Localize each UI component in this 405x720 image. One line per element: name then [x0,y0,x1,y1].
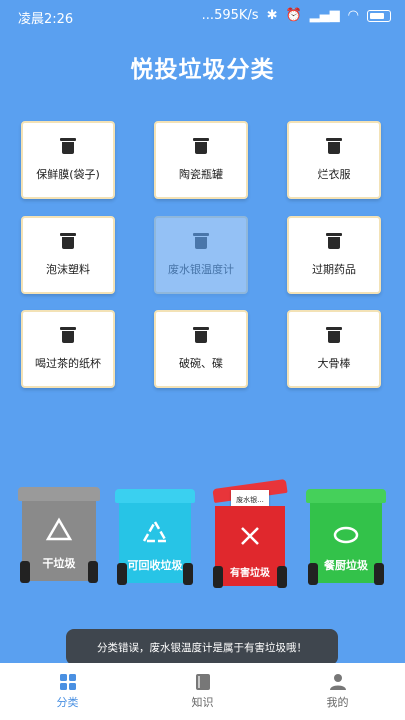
bin-dry[interactable]: 干垃圾 [18,487,100,587]
battery-icon [367,9,391,22]
trash-icon [60,233,76,249]
item-label: 保鲜膜(袋子) [36,168,100,181]
tab-label: 我的 [326,696,349,709]
bin-recyclable[interactable]: 可回收垃圾 [115,489,195,587]
item-label: 过期药品 [312,263,356,276]
item-label: 破碗、碟 [179,357,223,370]
item-card[interactable]: 喝过茶的纸杯 [21,310,115,388]
item-label: 陶瓷瓶罐 [179,168,223,181]
bottom-tab-bar: 分类 知识 我的 [0,663,405,720]
bluetooth-icon: ✱ [266,8,278,23]
bin-label: 干垃圾 [42,557,76,570]
item-card[interactable]: 过期药品 [287,216,381,294]
item-label: 烂衣服 [317,168,351,181]
alarm-icon: ⏰ [285,8,302,23]
grid-icon [59,674,76,690]
tab-label: 知识 [191,696,214,709]
recycle-icon [141,519,169,543]
tab-label: 分类 [56,696,79,709]
bin-label: 餐厨垃圾 [324,559,368,572]
item-label: 喝过茶的纸杯 [35,357,101,370]
person-icon [329,674,346,690]
signal-icon: ▂▄▆ [309,8,340,23]
item-card[interactable]: 保鲜膜(袋子) [21,121,115,199]
wifi-icon: ◠ [347,8,359,23]
item-card[interactable]: 陶瓷瓶罐 [154,121,248,199]
tab-knowledge[interactable]: 知识 [135,663,270,720]
book-icon [195,674,210,690]
bin-label: 有害垃圾 [230,568,270,579]
status-bar: 凌晨2:26 ...595K/s ✱ ⏰ ▂▄▆ ◠ [0,0,405,30]
hazard-icon [241,527,259,545]
bin-kitchen[interactable]: 餐厨垃圾 [306,489,386,587]
trash-icon [326,233,342,249]
status-icons: ...595K/s ✱ ⏰ ▂▄▆ ◠ [202,8,391,23]
network-speed: ...595K/s [201,8,259,23]
page-title: 悦投垃圾分类 [130,57,275,83]
item-card[interactable]: 破碗、碟 [154,310,248,388]
trash-icon [60,327,76,343]
food-waste-icon [333,526,359,544]
trash-icon [326,327,342,343]
item-label: 泡沫塑料 [46,263,90,276]
trash-icon [193,327,209,343]
tab-profile[interactable]: 我的 [270,663,405,720]
trash-icon [326,138,342,154]
item-card-dragging[interactable]: 废水银温度计 [154,216,248,294]
bin-label: 可回收垃圾 [127,559,183,572]
item-card[interactable]: 大骨棒 [287,310,381,388]
trash-icon [60,138,76,154]
tab-classify[interactable]: 分类 [0,663,135,720]
item-label: 废水银温度计 [168,263,234,276]
bin-hazardous[interactable]: 废水银... 有害垃圾 [212,478,288,588]
trash-icon [193,233,209,249]
error-toast: 分类错误，废水银温度计是属于有害垃圾哦！ [66,629,338,665]
item-card[interactable]: 泡沫塑料 [21,216,115,294]
item-card[interactable]: 烂衣服 [287,121,381,199]
status-time: 凌晨2:26 [18,12,74,27]
item-label: 大骨棒 [317,357,351,370]
recycle-outline-icon [45,517,73,541]
trash-icon [193,138,209,154]
